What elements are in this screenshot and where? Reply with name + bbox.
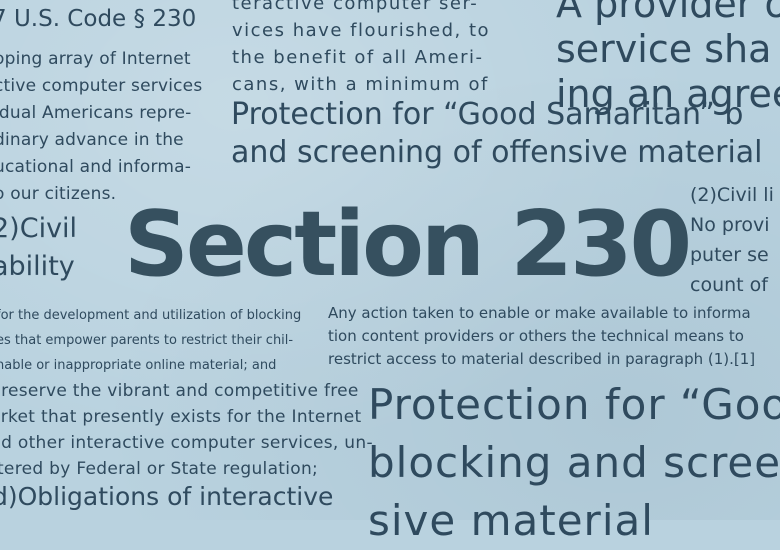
top-center-text: teractive computer ser- vices have flour…: [232, 0, 491, 95]
preserve-text: preserve the vibrant and competitive fre…: [0, 381, 373, 479]
code-heading: 7 U.S. Code § 230: [0, 6, 197, 32]
civil-liability-right: (2)Civil li No provi puter se count of: [690, 184, 774, 296]
obligations-heading: d)Obligations of interactive: [0, 482, 334, 511]
good-samaritan-heading: Protection for “Good Samaritan” b and sc…: [231, 97, 763, 170]
blocking-large-heading: Protection for “Goo blocking and scree s…: [368, 380, 780, 545]
civil-liability-left: 2)Civil ability: [0, 213, 78, 282]
section-230-title: Section 230: [124, 192, 692, 297]
any-action-text: Any action taken to enable or make avail…: [328, 304, 756, 368]
findings-text: oping array of Internet ctive computer s…: [0, 49, 203, 204]
policy-small-text: for the development and utilization of b…: [0, 308, 302, 373]
